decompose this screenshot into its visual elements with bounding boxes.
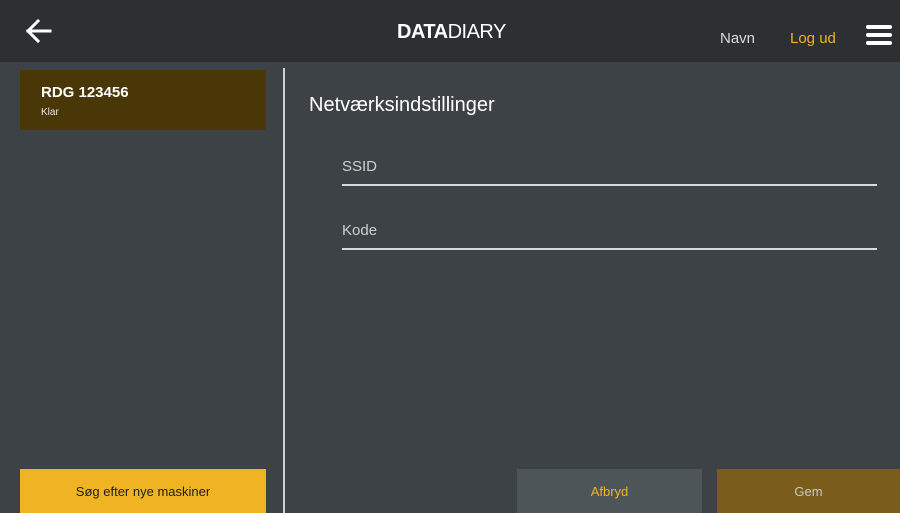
ssid-input[interactable] [342, 154, 877, 178]
user-name[interactable]: Navn [720, 30, 755, 47]
logout-link[interactable]: Log ud [790, 30, 836, 47]
ssid-field [342, 150, 877, 186]
menu-button[interactable] [866, 25, 892, 47]
hamburger-menu-bar [866, 33, 892, 37]
app-logo: DATADIARY [397, 20, 506, 44]
top-bar: DATADIARY Navn Log ud [0, 0, 900, 62]
sidebar: RDG 123456 Klar Søg efter nye maskiner [0, 62, 284, 513]
arrow-left-icon [25, 18, 52, 44]
save-button[interactable]: Gem [717, 469, 900, 513]
hamburger-menu-icon [866, 25, 892, 29]
machine-list-item[interactable]: RDG 123456 Klar [20, 70, 266, 130]
code-field [342, 214, 877, 250]
panel-divider [283, 68, 285, 513]
page-title: Netværksindstillinger [309, 94, 495, 116]
logo-thin-text: DIARY [447, 21, 507, 43]
machine-status: Klar [41, 107, 59, 118]
machine-name: RDG 123456 [41, 84, 129, 101]
scan-machines-button[interactable]: Søg efter nye maskiner [20, 469, 266, 513]
logo-bold-text: DATA [397, 21, 448, 43]
code-input[interactable] [342, 218, 877, 242]
cancel-button[interactable]: Afbryd [517, 469, 702, 513]
back-button[interactable] [24, 16, 64, 46]
hamburger-menu-bar [866, 41, 892, 45]
